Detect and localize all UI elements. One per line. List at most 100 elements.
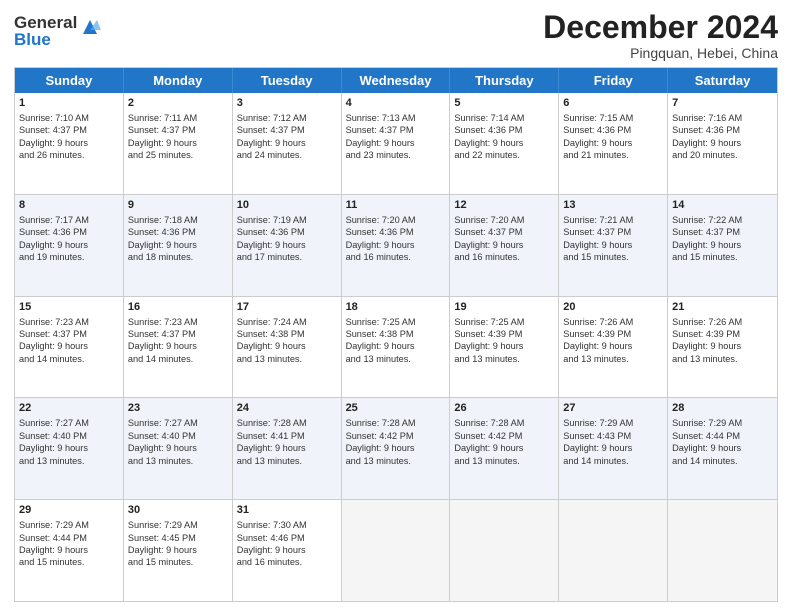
day-info-line: Sunset: 4:36 PM <box>454 124 554 136</box>
day-info-line: Sunrise: 7:24 AM <box>237 316 337 328</box>
calendar-empty-cell <box>342 500 451 601</box>
day-info-line: and 13 minutes. <box>128 455 228 467</box>
day-info-line: Sunset: 4:41 PM <box>237 430 337 442</box>
day-info-line: Sunrise: 7:28 AM <box>454 417 554 429</box>
day-info-line: and 13 minutes. <box>237 455 337 467</box>
day-info-line: Sunrise: 7:17 AM <box>19 214 119 226</box>
day-info-line: Sunset: 4:39 PM <box>672 328 773 340</box>
day-info-line: Daylight: 9 hours <box>454 239 554 251</box>
title-area: December 2024 Pingquan, Hebei, China <box>543 10 778 61</box>
day-info-line: Sunset: 4:37 PM <box>346 124 446 136</box>
calendar-day-20: 20Sunrise: 7:26 AMSunset: 4:39 PMDayligh… <box>559 297 668 398</box>
day-info-line: and 15 minutes. <box>19 556 119 568</box>
logo: General Blue <box>14 14 101 48</box>
day-info-line: Daylight: 9 hours <box>454 340 554 352</box>
day-info-line: and 15 minutes. <box>563 251 663 263</box>
calendar-day-24: 24Sunrise: 7:28 AMSunset: 4:41 PMDayligh… <box>233 398 342 499</box>
day-info-line: Sunset: 4:39 PM <box>563 328 663 340</box>
day-number: 14 <box>672 198 773 213</box>
day-info-line: Daylight: 9 hours <box>128 544 228 556</box>
day-number: 31 <box>237 503 337 518</box>
day-info-line: and 15 minutes. <box>672 251 773 263</box>
day-info-line: Sunrise: 7:30 AM <box>237 519 337 531</box>
calendar-empty-cell <box>559 500 668 601</box>
day-info-line: and 13 minutes. <box>672 353 773 365</box>
day-info-line: Sunset: 4:37 PM <box>454 226 554 238</box>
day-info-line: and 14 minutes. <box>672 455 773 467</box>
day-info-line: Sunrise: 7:27 AM <box>128 417 228 429</box>
day-info-line: Sunrise: 7:29 AM <box>19 519 119 531</box>
subtitle: Pingquan, Hebei, China <box>543 45 778 61</box>
day-number: 19 <box>454 300 554 315</box>
calendar-day-12: 12Sunrise: 7:20 AMSunset: 4:37 PMDayligh… <box>450 195 559 296</box>
calendar-day-11: 11Sunrise: 7:20 AMSunset: 4:36 PMDayligh… <box>342 195 451 296</box>
day-info-line: Sunrise: 7:21 AM <box>563 214 663 226</box>
day-info-line: Sunrise: 7:10 AM <box>19 112 119 124</box>
day-info-line: Sunrise: 7:29 AM <box>672 417 773 429</box>
calendar-row: 8Sunrise: 7:17 AMSunset: 4:36 PMDaylight… <box>15 194 777 296</box>
calendar-header: SundayMondayTuesdayWednesdayThursdayFrid… <box>15 68 777 93</box>
day-info-line: Sunset: 4:37 PM <box>563 226 663 238</box>
day-info-line: Sunset: 4:44 PM <box>672 430 773 442</box>
day-info-line: Daylight: 9 hours <box>672 340 773 352</box>
day-info-line: and 13 minutes. <box>346 353 446 365</box>
calendar-day-19: 19Sunrise: 7:25 AMSunset: 4:39 PMDayligh… <box>450 297 559 398</box>
calendar-row: 29Sunrise: 7:29 AMSunset: 4:44 PMDayligh… <box>15 499 777 601</box>
day-info-line: Sunset: 4:37 PM <box>19 124 119 136</box>
calendar-day-29: 29Sunrise: 7:29 AMSunset: 4:44 PMDayligh… <box>15 500 124 601</box>
day-info-line: Daylight: 9 hours <box>237 239 337 251</box>
day-info-line: Daylight: 9 hours <box>346 239 446 251</box>
logo-text: General Blue <box>14 14 77 48</box>
day-info-line: Sunset: 4:37 PM <box>19 328 119 340</box>
day-info-line: Daylight: 9 hours <box>672 442 773 454</box>
day-info-line: Sunrise: 7:23 AM <box>128 316 228 328</box>
calendar-day-28: 28Sunrise: 7:29 AMSunset: 4:44 PMDayligh… <box>668 398 777 499</box>
day-info-line: and 22 minutes. <box>454 149 554 161</box>
day-info-line: Daylight: 9 hours <box>563 442 663 454</box>
day-number: 3 <box>237 96 337 111</box>
day-info-line: Daylight: 9 hours <box>563 239 663 251</box>
calendar-day-15: 15Sunrise: 7:23 AMSunset: 4:37 PMDayligh… <box>15 297 124 398</box>
calendar-day-30: 30Sunrise: 7:29 AMSunset: 4:45 PMDayligh… <box>124 500 233 601</box>
day-info-line: Sunrise: 7:26 AM <box>563 316 663 328</box>
header-day-monday: Monday <box>124 68 233 93</box>
day-info-line: Daylight: 9 hours <box>454 442 554 454</box>
day-info-line: Sunset: 4:37 PM <box>237 124 337 136</box>
calendar-day-31: 31Sunrise: 7:30 AMSunset: 4:46 PMDayligh… <box>233 500 342 601</box>
day-number: 26 <box>454 401 554 416</box>
day-info-line: Sunrise: 7:18 AM <box>128 214 228 226</box>
header-day-wednesday: Wednesday <box>342 68 451 93</box>
day-info-line: Daylight: 9 hours <box>237 442 337 454</box>
day-info-line: Daylight: 9 hours <box>346 137 446 149</box>
day-info-line: Sunset: 4:40 PM <box>19 430 119 442</box>
calendar-day-6: 6Sunrise: 7:15 AMSunset: 4:36 PMDaylight… <box>559 93 668 194</box>
day-number: 13 <box>563 198 663 213</box>
day-info-line: Daylight: 9 hours <box>19 340 119 352</box>
calendar-row: 1Sunrise: 7:10 AMSunset: 4:37 PMDaylight… <box>15 93 777 194</box>
day-number: 20 <box>563 300 663 315</box>
day-info-line: Sunset: 4:40 PM <box>128 430 228 442</box>
calendar-day-2: 2Sunrise: 7:11 AMSunset: 4:37 PMDaylight… <box>124 93 233 194</box>
calendar-day-18: 18Sunrise: 7:25 AMSunset: 4:38 PMDayligh… <box>342 297 451 398</box>
day-info-line: Daylight: 9 hours <box>128 340 228 352</box>
calendar-day-5: 5Sunrise: 7:14 AMSunset: 4:36 PMDaylight… <box>450 93 559 194</box>
page: General Blue December 2024 Pingquan, Heb… <box>0 0 792 612</box>
day-number: 10 <box>237 198 337 213</box>
day-info-line: and 19 minutes. <box>19 251 119 263</box>
day-info-line: and 21 minutes. <box>563 149 663 161</box>
calendar-day-27: 27Sunrise: 7:29 AMSunset: 4:43 PMDayligh… <box>559 398 668 499</box>
day-number: 21 <box>672 300 773 315</box>
day-info-line: Daylight: 9 hours <box>454 137 554 149</box>
day-info-line: and 13 minutes. <box>563 353 663 365</box>
day-info-line: Daylight: 9 hours <box>237 544 337 556</box>
day-info-line: Daylight: 9 hours <box>128 239 228 251</box>
calendar-day-7: 7Sunrise: 7:16 AMSunset: 4:36 PMDaylight… <box>668 93 777 194</box>
day-number: 2 <box>128 96 228 111</box>
calendar-day-22: 22Sunrise: 7:27 AMSunset: 4:40 PMDayligh… <box>15 398 124 499</box>
logo-blue: Blue <box>14 31 77 48</box>
day-info-line: Sunrise: 7:12 AM <box>237 112 337 124</box>
day-info-line: Sunrise: 7:29 AM <box>563 417 663 429</box>
calendar-day-25: 25Sunrise: 7:28 AMSunset: 4:42 PMDayligh… <box>342 398 451 499</box>
day-info-line: Sunset: 4:36 PM <box>19 226 119 238</box>
header-day-thursday: Thursday <box>450 68 559 93</box>
